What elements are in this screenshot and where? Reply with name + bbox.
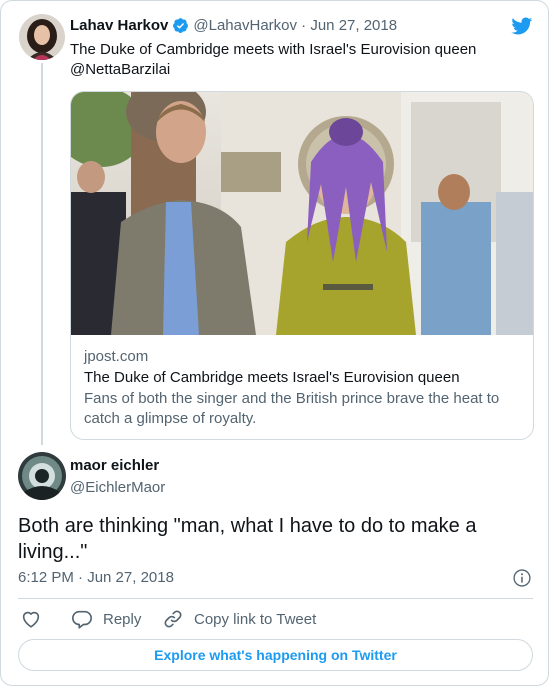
like-button[interactable] <box>20 608 42 630</box>
link-description: Fans of both the singer and the British … <box>84 390 500 427</box>
reply-author-handle[interactable]: @EichlerMaor <box>70 479 165 496</box>
author-name[interactable]: Lahav Harkov <box>70 17 168 34</box>
verified-badge-icon <box>172 17 189 34</box>
action-bar: Reply Copy link to Tweet <box>18 608 533 632</box>
tweet-date[interactable]: Jun 27, 2018 <box>310 17 397 34</box>
meta-separator: · <box>301 17 307 34</box>
reply-bubble-icon <box>72 610 92 629</box>
tweet-text-line: The Duke of Cambridge meets with Israel'… <box>70 41 477 58</box>
twitter-bird-icon[interactable] <box>509 15 534 37</box>
thread-connector-line <box>41 63 43 445</box>
copy-link-button[interactable]: Copy link to Tweet <box>162 608 316 630</box>
link-preview-image <box>71 92 533 335</box>
mention-link[interactable]: @NettaBarzilai <box>70 60 520 80</box>
link-title: The Duke of Cambridge meets Israel's Eur… <box>84 369 460 386</box>
tweet-embed-card: Lahav Harkov @LahavHarkov · Jun 27, 2018… <box>0 0 549 686</box>
reply-button[interactable]: Reply <box>71 608 141 630</box>
actions-divider <box>18 598 533 599</box>
explore-twitter-button[interactable]: Explore what's happening on Twitter <box>18 639 533 671</box>
heart-icon <box>22 611 40 628</box>
reply-label: Reply <box>103 610 142 628</box>
reply-timestamp[interactable]: 6:12 PM · Jun 27, 2018 <box>18 569 174 586</box>
reply-tweet-text: Both are thinking "man, what I have to d… <box>18 515 477 563</box>
link-preview-card[interactable]: jpost.com The Duke of Cambridge meets Is… <box>70 91 534 440</box>
author-avatar[interactable] <box>19 14 65 60</box>
info-icon[interactable] <box>512 568 532 588</box>
author-handle[interactable]: @LahavHarkov <box>193 17 297 34</box>
reply-author-name[interactable]: maor eichler <box>70 457 159 474</box>
tweet-text: The Duke of Cambridge meets with Israel'… <box>70 40 520 80</box>
link-domain: jpost.com <box>84 348 149 365</box>
reply-author-avatar[interactable] <box>18 452 66 500</box>
copy-link-label: Copy link to Tweet <box>194 610 317 628</box>
link-icon <box>164 610 182 628</box>
author-name-line: Lahav Harkov @LahavHarkov · Jun 27, 2018 <box>70 17 397 34</box>
